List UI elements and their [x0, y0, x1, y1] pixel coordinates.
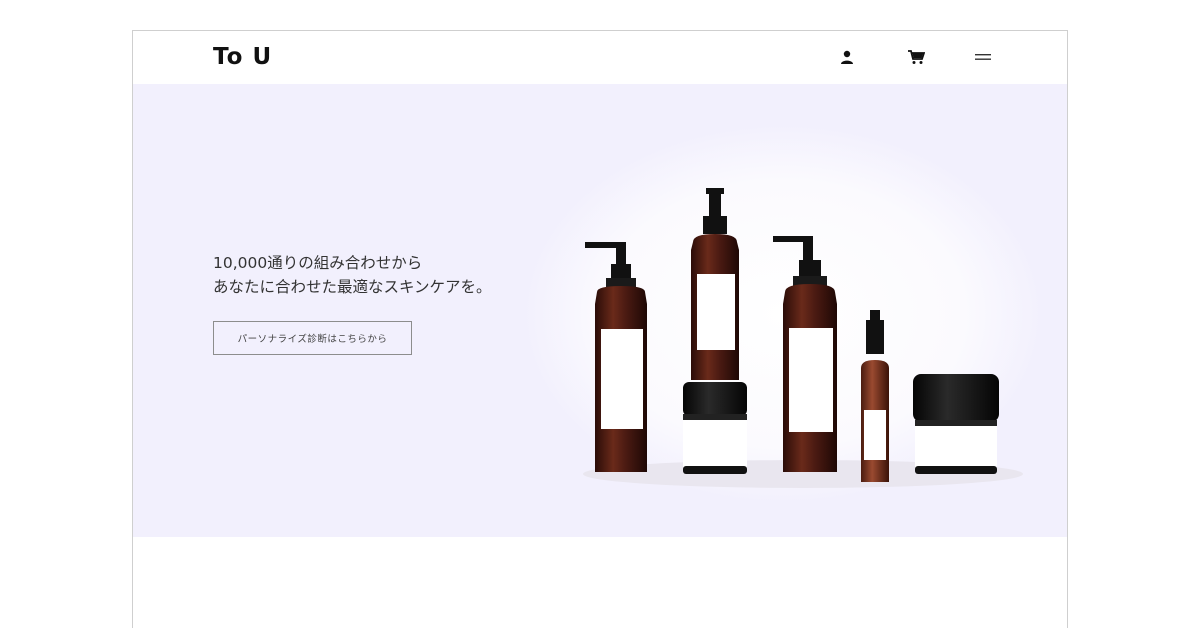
tagline-line-1: 10,000通りの組み合わせから	[213, 254, 423, 272]
cart-icon[interactable]	[906, 47, 926, 67]
below-hero-area	[133, 537, 1067, 628]
jar-center	[683, 382, 747, 474]
hero-section: 10,000通りの組み合わせから あなたに合わせた最適なスキンケアを。 パーソナ…	[133, 84, 1067, 537]
site-header: To U	[133, 31, 1067, 84]
menu-icon[interactable]	[973, 47, 993, 67]
site-logo[interactable]: To U	[213, 44, 272, 70]
account-icon[interactable]	[837, 47, 857, 67]
personalize-diagnosis-button[interactable]: パーソナライズ診断はこちらから	[213, 321, 412, 355]
jar-right	[913, 374, 999, 474]
browser-page: To U 10,000通りの組み合わせから あなたに合わせた最適なスキンケアを。…	[132, 30, 1068, 628]
skincare-products-image	[523, 124, 1043, 504]
hero-tagline: 10,000通りの組み合わせから あなたに合わせた最適なスキンケアを。	[213, 251, 492, 299]
tagline-line-2: あなたに合わせた最適なスキンケアを。	[213, 278, 492, 296]
